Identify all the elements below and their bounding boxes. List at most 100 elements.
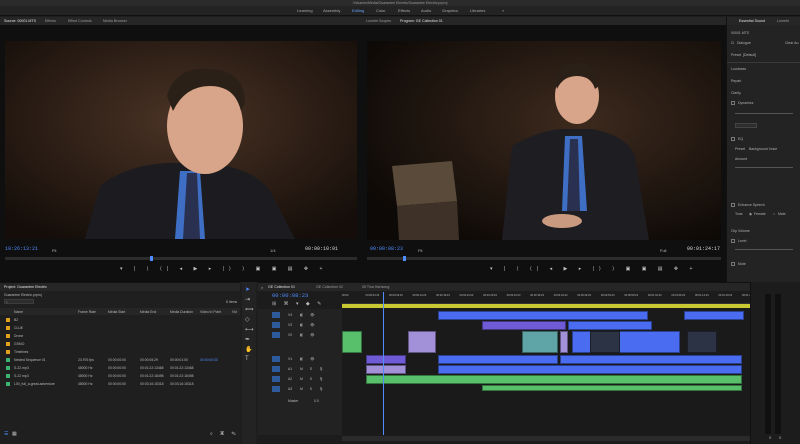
track-eye-icon[interactable]: ◧ 👁 <box>300 357 317 361</box>
workspace-assembly[interactable]: Assembly <box>323 8 340 13</box>
eq-amount-slider[interactable] <box>735 167 793 168</box>
list-item[interactable]: Nested Sequence 01 23.976 fps 00:00:00:00 0… <box>0 356 240 364</box>
column-media-duration[interactable]: Media Duration <box>170 310 193 314</box>
source-fit-select[interactable]: Fit <box>52 248 56 253</box>
workspace-libraries[interactable]: Libraries <box>470 8 485 13</box>
esp-type-dialogue[interactable]: Dialogue <box>737 41 751 45</box>
clip-a1[interactable] <box>438 365 742 374</box>
track-header-v3[interactable]: V3 ◧ 👁 <box>258 321 342 330</box>
project-footer-actions[interactable]: ⌕ ▣ ✎ <box>210 431 239 437</box>
clip-v3[interactable] <box>482 321 566 330</box>
source-timecode[interactable]: 19:26:13:21 <box>5 246 38 252</box>
razor-tool-icon[interactable]: ◇ <box>245 316 250 323</box>
level-checkbox[interactable] <box>731 239 735 243</box>
level-slider[interactable] <box>735 249 793 250</box>
source-video-frame[interactable] <box>5 41 357 239</box>
track-mute-solo-icon[interactable]: M S 🎙 <box>300 387 326 391</box>
list-item[interactable]: B2 <box>0 316 240 324</box>
tab-media-browser[interactable]: Media Browser <box>103 19 127 23</box>
tab-lumetri[interactable]: Lumetri <box>777 19 789 23</box>
program-fit-select[interactable]: Fit <box>418 248 422 253</box>
workspace-effects[interactable]: Effects <box>398 8 410 13</box>
clip-a1[interactable] <box>366 365 406 374</box>
tab-source[interactable]: Source: 00001.MTS <box>4 19 36 23</box>
source-transport-controls[interactable]: ▾ | ⟨ ⟨| ◂ ▶ ▸ |⟩ ⟩ ▣ ▣ ▤ ✥ + <box>120 266 327 272</box>
clip-v4[interactable] <box>438 311 648 320</box>
work-area-bar[interactable] <box>342 304 750 308</box>
timeline-tracks[interactable] <box>342 309 750 435</box>
clip-v2[interactable] <box>560 331 568 353</box>
clip-v2-thumbnail[interactable] <box>522 331 558 353</box>
timeline-ruler[interactable]: 00:00 00:00:04:23 00:00:09:23 00:00:14:23 00… <box>342 292 756 304</box>
program-scrub-bar[interactable] <box>367 257 721 260</box>
track-header-a3[interactable]: A3 M S 🎙 <box>258 385 342 394</box>
workspace-audio[interactable]: Audio <box>421 8 431 13</box>
list-item[interactable]: L00_full_a-great-adventure 48000 Hz 00:00:… <box>0 380 240 388</box>
clip-a3[interactable] <box>482 385 742 391</box>
clip-v2-thumbnail[interactable] <box>687 331 717 353</box>
project-search-input[interactable] <box>4 299 34 304</box>
timeline-scrollbar[interactable] <box>342 436 750 441</box>
close-icon[interactable]: × <box>261 285 263 290</box>
clip-v1[interactable] <box>366 355 406 364</box>
tab-lumetri-scopes[interactable]: Lumetri Scopes <box>366 19 391 23</box>
esp-section-repair[interactable]: Repair <box>731 79 741 83</box>
workspace-graphics[interactable]: Graphics <box>442 8 458 13</box>
column-video[interactable]: Vid <box>232 310 237 314</box>
esp-eq-preset-select[interactable]: Background Voice <box>749 147 777 151</box>
clip-v1[interactable] <box>560 355 742 364</box>
esp-clear-audio[interactable]: Clear Au <box>785 41 798 45</box>
track-target-toggle[interactable] <box>272 332 280 338</box>
icon-view-icon[interactable]: ▦ <box>12 431 17 437</box>
program-transport-controls[interactable]: ▾ | ⟨ ⟨| ◂ ▶ ▸ |⟩ ⟩ ▣ ▣ ▤ ✥ + <box>490 266 697 272</box>
source-scrub-bar[interactable] <box>5 257 357 260</box>
track-header-v4[interactable]: V4 ◧ 👁 <box>258 311 342 320</box>
track-target-toggle[interactable] <box>272 312 280 318</box>
workspace-more-icon[interactable]: » <box>502 8 504 13</box>
selection-tool-icon[interactable]: ➤ <box>245 286 250 293</box>
column-frame-rate[interactable]: Frame Rate <box>78 310 96 314</box>
type-tool-icon[interactable]: T <box>245 356 249 362</box>
timeline-toolbar[interactable]: ⊞ ⌘ ▾ ◆ ✎ <box>272 301 324 307</box>
column-media-start[interactable]: Media Start <box>108 310 125 314</box>
list-item[interactable]: S-22 mp3 48000 Hz 00:00:00:00 00:01:22:1849… <box>0 372 240 380</box>
tab-project[interactable]: Project: Guarantee Electric <box>4 285 47 289</box>
clip-v2-thumbnail[interactable] <box>590 331 620 353</box>
track-eye-icon[interactable]: ◧ 👁 <box>300 313 317 317</box>
esp-section-loudness[interactable]: Loudness <box>731 67 746 71</box>
track-header-a2[interactable]: A2 M S 🎙 <box>258 375 342 384</box>
esp-preset-select[interactable]: [Default] <box>743 53 756 57</box>
master-track-value[interactable]: 0.0 <box>314 399 319 403</box>
column-name[interactable]: Name <box>14 310 23 314</box>
program-playhead[interactable] <box>403 256 406 261</box>
track-target-toggle[interactable] <box>272 376 280 382</box>
pen-tool-icon[interactable]: ✒ <box>245 336 250 343</box>
clip-v2[interactable] <box>408 331 436 353</box>
list-item[interactable]: CLUE <box>0 324 240 332</box>
track-header-a1[interactable]: A1 M S 🎙 <box>258 365 342 374</box>
list-item[interactable]: S-22.mp3 48000 Hz 00:00:00:00 00:01:22:1346… <box>0 364 240 372</box>
workspace-color[interactable]: Color <box>376 8 386 13</box>
timeline-timecode[interactable]: 00:00:08:23 <box>272 292 308 299</box>
source-playhead[interactable] <box>150 256 153 261</box>
meter-solo-left[interactable]: S <box>769 436 771 440</box>
tab-tina-hartsong[interactable]: 05 Tina Hartsong <box>362 285 389 289</box>
track-eye-icon[interactable]: ◧ 👁 <box>300 333 317 337</box>
source-scale-select[interactable]: 1/4 <box>270 248 276 253</box>
esp-clip-volume[interactable]: Clip Volume <box>731 229 750 233</box>
dynamics-checkbox[interactable] <box>731 101 735 105</box>
list-item[interactable]: Timelines <box>0 348 240 356</box>
list-view-icon[interactable]: ☰ <box>4 431 8 437</box>
program-timecode[interactable]: 00:00:08:23 <box>370 246 403 252</box>
tab-effect-controls[interactable]: Effect Controls <box>68 19 92 23</box>
clip-v2[interactable] <box>572 331 680 353</box>
workspace-learning[interactable]: Learning <box>297 8 313 13</box>
hand-tool-icon[interactable]: ✋ <box>245 346 252 353</box>
track-header-v1[interactable]: V1 ◧ 👁 <box>258 355 342 364</box>
track-target-toggle[interactable] <box>272 322 280 328</box>
track-header-v2[interactable]: V2 ◧ 👁 <box>258 331 342 340</box>
track-eye-icon[interactable]: ◧ 👁 <box>300 323 317 327</box>
tab-essential-sound[interactable]: Essential Sound <box>739 19 765 23</box>
ripple-edit-icon[interactable]: ⟺ <box>245 306 254 313</box>
clip-v2[interactable] <box>342 331 362 353</box>
